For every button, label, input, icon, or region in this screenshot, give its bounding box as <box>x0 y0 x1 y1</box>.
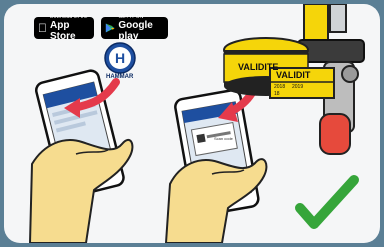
instruction-illustration: H <box>28 4 365 243</box>
hammar-logo-text: HAMMAR <box>106 74 134 80</box>
validity-day: 18 <box>274 91 280 97</box>
hammar-app-icon: H <box>104 42 136 74</box>
validity-year-1: 2018 <box>274 84 286 90</box>
validity-label-seal: VALIDITE <box>238 62 279 72</box>
validity-year-2: 2019 <box>292 84 304 90</box>
validity-label-tag: VALIDIT <box>276 70 311 80</box>
phone-1 <box>28 69 134 243</box>
instruction-panel:  Download on the App Store GET IT ON Go… <box>4 4 380 243</box>
app-icon-letter: H <box>115 50 125 66</box>
check-mark-icon <box>295 175 359 229</box>
scan-code-label: Scan code <box>214 136 233 141</box>
